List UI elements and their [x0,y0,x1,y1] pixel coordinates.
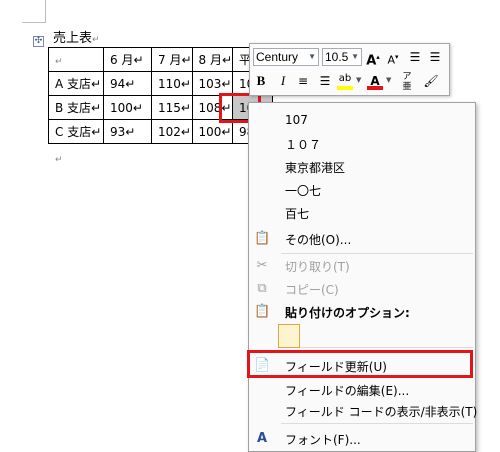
chevron-down-icon[interactable]: ▼ [356,76,361,84]
menu-separator [281,347,473,348]
menu-item-candidate-2[interactable]: １０７ [249,133,475,155]
italic-button[interactable]: I [274,72,292,90]
highlight-color-bar [337,86,353,90]
value-cell[interactable]: 103↵ [191,71,234,96]
value-cell[interactable]: 115↵ [151,95,193,120]
scissors-icon: ✂ [256,258,268,273]
font-name-combo[interactable]: Century ▼ [253,48,319,66]
paragraph-mark: ↵ [55,155,63,165]
highlighter-button[interactable]: ab [336,72,354,90]
table-header-row: ↵ 6 月↵ 7 月↵ 8 月↵ 平均 [48,47,274,72]
menu-separator [281,253,473,254]
menu-separator [281,423,473,424]
menu-item-candidate-4[interactable]: 一〇七 [249,179,475,201]
shrink-font-button[interactable]: A▾ [384,48,402,67]
highlight-box-update-field [247,350,473,378]
store-cell[interactable]: C 支店↵ [48,119,104,144]
header-cell[interactable]: 8 月↵ [191,47,234,72]
menu-item-edit-field[interactable]: フィールドの編集(E)... [249,379,475,401]
context-menu: 107 １０７ 東京都港区 一〇七 百七 📋 その他(O)... ✂ 切り取り(… [248,102,477,452]
value-cell[interactable]: 100↵ [191,119,234,144]
menu-item-candidate-1[interactable]: 107 [249,110,475,132]
header-cell[interactable]: ↵ [48,47,104,72]
chevron-down-icon[interactable]: ▼ [386,76,391,84]
center-align-icon[interactable]: ≡ [294,72,312,90]
font-icon: A [256,431,268,446]
document-list-icon: 📋 [254,231,271,246]
value-cell[interactable]: 102↵ [151,119,193,144]
store-cell[interactable]: B 支店↵ [48,95,104,120]
decrease-indent-icon[interactable]: ☰ [406,48,424,66]
table-row: C 支店↵ 93↵ 102↵ 100↵ 98. [48,119,274,144]
document-title: 売上表↵ [53,31,100,46]
header-cell[interactable]: 7 月↵ [151,47,193,72]
menu-item-copy[interactable]: ⧉ コピー(C) [249,278,475,300]
bold-button[interactable]: B [252,72,270,90]
font-color-button[interactable]: A [366,72,384,90]
table-move-handle-icon[interactable]: ✣ [33,36,44,47]
chevron-down-icon: ▼ [308,52,316,61]
value-cell[interactable]: 93↵ [103,119,152,144]
menu-item-font[interactable]: A フォント(F)... [249,428,475,450]
clipboard-icon: 📋 [254,304,271,319]
font-size-combo[interactable]: 10.5 ▼ [322,48,362,66]
copy-icon: ⧉ [257,281,267,296]
value-cell[interactable]: 110↵ [151,71,193,96]
phonetic-guide-icon[interactable]: ア亜 [398,72,416,92]
format-painter-icon[interactable]: 🖌 [422,72,440,90]
paste-keep-text-icon[interactable] [278,324,300,348]
value-cell[interactable]: 100↵ [103,95,152,120]
menu-item-cut[interactable]: ✂ 切り取り(T) [249,255,475,277]
value-cell[interactable]: 94↵ [103,71,152,96]
page-margin-vertical [45,0,46,22]
menu-item-candidate-3[interactable]: 東京都港区 [249,156,475,178]
store-cell[interactable]: A 支店↵ [48,71,104,96]
menu-item-paste-options: 📋 貼り付けのオプション: [254,304,410,320]
increase-indent-icon[interactable]: ☰ [426,48,444,66]
page-margin-horizontal [22,22,46,23]
menu-item-other[interactable]: 📋 その他(O)... [249,228,475,250]
grow-font-button[interactable]: A▴ [364,48,382,68]
menu-item-candidate-5[interactable]: 百七 [249,202,475,224]
mini-toolbar: Century ▼ 10.5 ▼ A▴ A▾ ☰ ☰ B I ≡ ☰ ab ▼ A … [249,43,450,96]
table-row: A 支店↵ 94↵ 110↵ 103↵ 102 [48,71,274,96]
chevron-down-icon: ▼ [351,52,359,61]
font-color-bar [367,86,383,90]
header-cell[interactable]: 6 月↵ [103,47,152,72]
menu-item-toggle-field-codes[interactable]: フィールド コードの表示/非表示(T) [249,400,477,422]
justify-icon[interactable]: ☰ [316,72,334,90]
